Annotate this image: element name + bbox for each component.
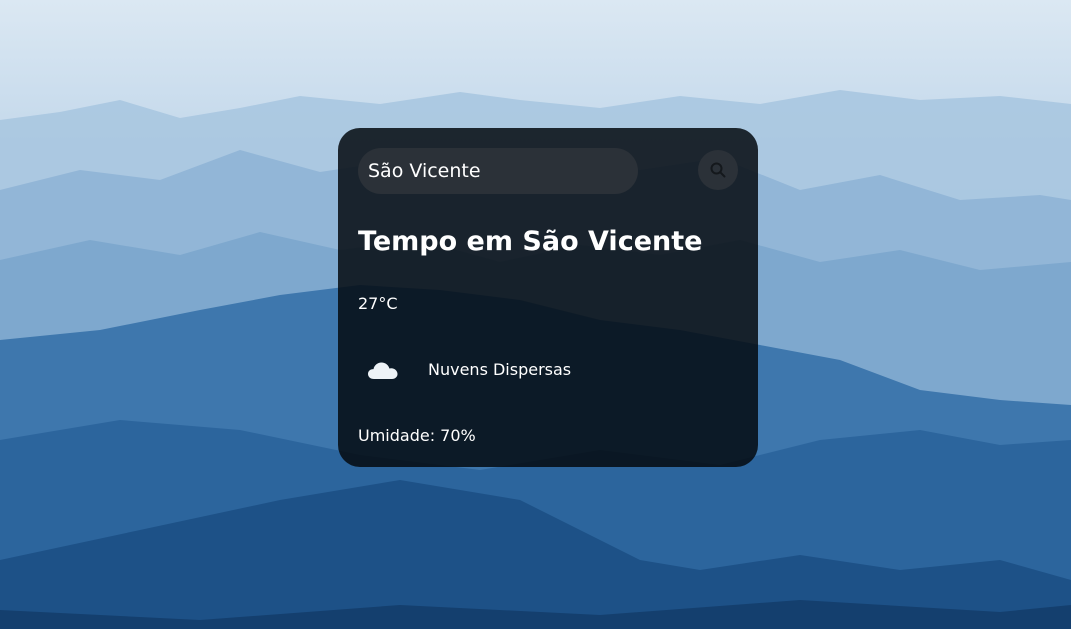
humidity-value: Umidade: 70% [358, 426, 476, 445]
temperature-value: 27°C [358, 294, 398, 313]
search-bar [358, 148, 738, 194]
search-icon [710, 162, 726, 178]
weather-card: Tempo em São Vicente 27°C Nuvens Dispers… [338, 128, 758, 467]
weather-description: Nuvens Dispersas [428, 360, 572, 379]
weather-title: Tempo em São Vicente [358, 226, 703, 257]
city-search-input[interactable] [358, 148, 638, 194]
search-button[interactable] [698, 150, 738, 190]
cloud-icon [368, 362, 398, 379]
